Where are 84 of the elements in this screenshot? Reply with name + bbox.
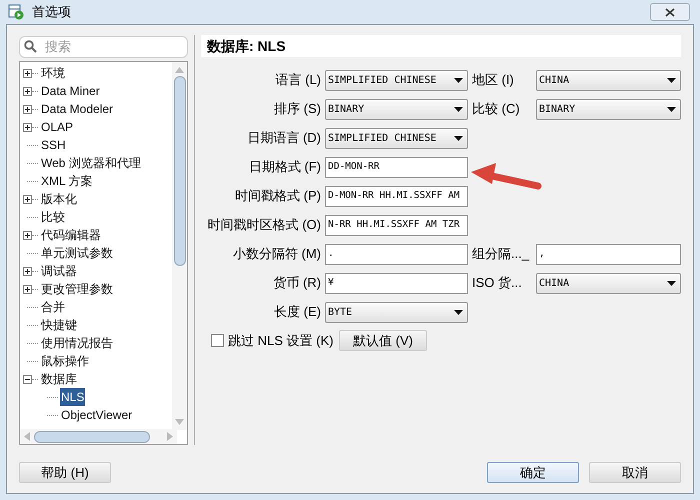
checkbox[interactable]	[211, 334, 224, 347]
expand-icon[interactable]	[23, 230, 32, 240]
horizontal-scrollbar[interactable]	[20, 429, 177, 444]
arrow-drawing	[470, 160, 542, 190]
dropdown[interactable]: CHINA	[536, 272, 681, 294]
scroll-right-icon	[167, 432, 173, 441]
scroll-up-icon	[175, 67, 184, 73]
scrollbar-thumb[interactable]	[174, 76, 186, 266]
dropdown-arrow-icon	[454, 106, 463, 112]
field-label: 时间戳格式 (P)	[234, 187, 322, 206]
app-icon	[8, 4, 24, 20]
field-label: 组分隔..._	[471, 245, 530, 264]
tree-item[interactable]: 环境	[40, 64, 66, 82]
expand-icon[interactable]	[23, 104, 32, 114]
dropdown-arrow-icon	[667, 106, 676, 112]
tree-item[interactable]: NLS	[60, 388, 86, 406]
expand-icon[interactable]	[23, 284, 32, 294]
tree-item[interactable]: 快捷键	[40, 316, 78, 334]
dropdown[interactable]: SIMPLIFIED CHINESE	[325, 128, 468, 148]
tree-item[interactable]: 使用情况报告	[40, 334, 114, 352]
text-field[interactable]: DD-MON-RR	[325, 156, 468, 178]
tree-item[interactable]: 合并	[40, 298, 66, 316]
dropdown[interactable]: CHINA	[536, 70, 681, 90]
tree-item[interactable]: SSH	[40, 136, 67, 154]
scrollbar-thumb[interactable]	[34, 430, 150, 442]
tree-item[interactable]: XML 方案	[40, 172, 94, 190]
text-field[interactable]: ¥	[325, 272, 468, 294]
expand-icon[interactable]	[23, 194, 32, 204]
dropdown-arrow-icon	[454, 310, 463, 314]
expand-icon[interactable]	[23, 86, 32, 96]
tree-item[interactable]: Data Modeler	[40, 100, 114, 118]
field-label: 比较 (C)	[471, 100, 521, 118]
dropdown[interactable]: SIMPLIFIED CHINESE	[325, 70, 468, 90]
tree-item[interactable]: 单元测试参数	[40, 244, 114, 262]
field-label: 长度 (E)	[273, 303, 322, 322]
tree-item[interactable]: Data Miner	[40, 82, 101, 100]
field-label: 语言 (L)	[274, 71, 322, 90]
tree-item[interactable]: Web 浏览器和代理	[40, 154, 142, 172]
dropdown-arrow-icon	[667, 78, 676, 82]
scroll-left-icon	[24, 432, 30, 441]
tree-item[interactable]: ObjectViewer	[60, 406, 134, 424]
tree-item[interactable]: 版本化	[40, 190, 78, 208]
close-icon	[665, 8, 675, 16]
text-field[interactable]: ,	[536, 244, 681, 264]
field-label: 日期语言 (D)	[246, 129, 322, 148]
field-label: 小数分隔符 (M)	[232, 245, 322, 264]
panel-title: 数据库: NLS	[207, 36, 286, 56]
cancel-button[interactable]: 取消	[589, 462, 681, 483]
dropdown[interactable]: BINARY	[325, 98, 468, 120]
text-field[interactable]: N-RR HH.MI.SSXFF AM TZR	[325, 214, 468, 236]
dropdown-arrow-icon	[667, 280, 676, 286]
field-label: 日期格式 (F)	[248, 158, 322, 176]
help-button[interactable]: 帮助 (H)	[19, 462, 111, 483]
tree-item[interactable]: 数据库	[40, 370, 78, 388]
dropdown[interactable]: BYTE	[325, 302, 468, 322]
tree-item[interactable]: OLAP	[40, 118, 74, 136]
search-icon	[24, 40, 37, 53]
field-label: ISO 货...	[471, 274, 523, 292]
dropdown-arrow-icon	[454, 78, 463, 82]
tree-item[interactable]: 比较	[40, 208, 66, 226]
text-field[interactable]: D-MON-RR HH.MI.SSXFF AM	[325, 186, 468, 206]
close-button[interactable]	[650, 3, 690, 21]
tree-item[interactable]: 代码编辑器	[40, 226, 102, 244]
field-label: 货币 (R)	[272, 274, 322, 292]
window-title: 首选项	[32, 3, 71, 22]
expand-icon[interactable]	[23, 266, 32, 276]
field-label: 地区 (I)	[471, 71, 515, 90]
tree-item[interactable]: 更改管理参数	[40, 280, 114, 298]
text-field[interactable]: .	[325, 244, 468, 264]
tree-item[interactable]: 调试器	[40, 262, 78, 280]
field-label: 时间戳时区格式 (O)	[206, 216, 322, 234]
expand-icon[interactable]	[23, 68, 32, 78]
search-field[interactable]: 搜索	[19, 36, 188, 58]
dropdown[interactable]: BINARY	[536, 98, 681, 120]
dropdown-arrow-icon	[454, 136, 463, 140]
tree-item[interactable]: 鼠标操作	[40, 352, 90, 370]
default-button[interactable]: 默认值 (V)	[339, 330, 427, 351]
scroll-down-icon	[175, 419, 184, 425]
vertical-scrollbar[interactable]	[172, 62, 188, 430]
ok-button[interactable]: 确定	[487, 462, 579, 483]
expand-icon[interactable]	[23, 122, 32, 132]
field-label: 排序 (S)	[273, 100, 322, 118]
checkbox-label: 跳过 NLS 设置 (K)	[228, 332, 332, 350]
collapse-icon[interactable]	[23, 374, 32, 384]
